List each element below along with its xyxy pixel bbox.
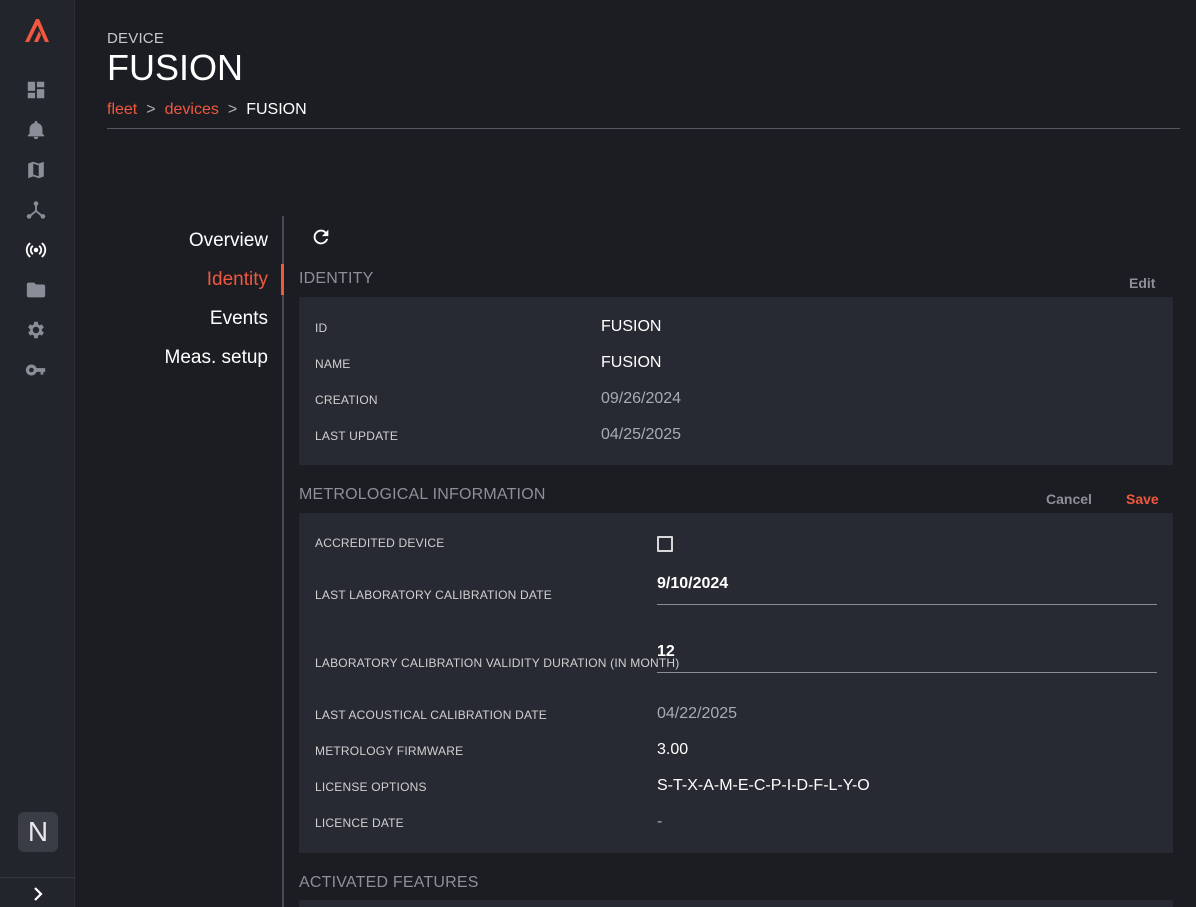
map-icon[interactable] [24,158,48,182]
calibration-validity-underline [657,672,1157,673]
sidebar: N [0,0,75,907]
last-update-label: LAST UPDATE [315,429,399,443]
licence-date-value: - [657,813,663,830]
metrology-firmware-label: METROLOGY FIRMWARE [315,744,464,758]
activated-features-panel [299,900,1173,907]
id-value: FUSION [601,318,662,335]
broadcast-icon[interactable] [24,238,48,262]
network-icon[interactable] [24,198,48,222]
gear-icon[interactable] [24,318,48,342]
accredited-device-checkbox[interactable] [657,536,673,552]
creation-value: 09/26/2024 [601,390,682,407]
chevron-right-icon[interactable] [28,884,48,904]
folder-icon[interactable] [24,278,48,302]
header-divider [107,128,1180,129]
acoustical-calibration-label: LAST ACOUSTICAL CALIBRATION DATE [315,708,548,722]
cancel-button[interactable]: Cancel [1046,491,1092,507]
tab-overview[interactable]: Overview [189,230,268,252]
refresh-icon[interactable] [310,226,332,248]
name-value: FUSION [601,354,662,371]
license-options-label: LICENSE OPTIONS [315,780,427,794]
breadcrumb-separator: > [146,101,156,118]
breadcrumb-devices[interactable]: devices [165,101,219,119]
dashboard-icon[interactable] [24,78,48,102]
key-icon[interactable] [24,358,48,382]
calibration-validity-input[interactable]: 12 [657,643,675,661]
metrology-firmware-value: 3.00 [657,741,689,758]
lab-calibration-date-input[interactable]: 9/10/2024 [657,575,728,593]
tab-events[interactable]: Events [210,308,268,330]
accredited-device-label: ACCREDITED DEVICE [315,536,445,550]
licence-date-label: LICENCE DATE [315,816,404,830]
breadcrumb-current: FUSION [246,101,307,118]
name-label: NAME [315,357,351,371]
activated-features-title: ACTIVATED FEATURES [299,874,479,891]
device-tabs: Overview Identity Events Meas. setup [107,216,284,907]
page-title: FUSION [107,47,244,88]
tab-meas-setup[interactable]: Meas. setup [165,347,269,369]
page-kicker: DEVICE [107,30,165,47]
acoustical-calibration-value: 04/22/2025 [657,705,738,722]
creation-label: CREATION [315,393,378,407]
last-update-value: 04/25/2025 [601,426,682,443]
save-button[interactable]: Save [1126,491,1159,507]
id-label: ID [315,321,328,335]
active-tab-indicator [281,264,284,295]
sidebar-divider [0,877,75,878]
lab-calibration-date-label: LAST LABORATORY CALIBRATION DATE [315,588,552,602]
breadcrumb-separator: > [227,101,238,118]
license-options-value: S-T-X-A-M-E-C-P-I-D-F-L-Y-O [657,777,870,794]
user-avatar[interactable]: N [18,812,58,852]
bell-icon[interactable] [24,118,48,142]
metrological-section-title: METROLOGICAL INFORMATION [299,486,546,503]
breadcrumb-fleet[interactable]: fleet [107,101,137,119]
app-logo[interactable] [22,16,52,46]
lab-calibration-date-underline [657,604,1157,605]
edit-button[interactable]: Edit [1129,275,1155,291]
identity-panel: ID FUSION NAME FUSION CREATION 09/26/202… [299,297,1173,465]
tab-identity[interactable]: Identity [207,269,268,291]
page-header: DEVICE FUSION fleet > devices > FUSION [107,30,1180,118]
identity-section-title: IDENTITY [299,270,374,287]
calibration-validity-label: LABORATORY CALIBRATION VALIDITY DURATION… [315,656,680,670]
breadcrumb: fleet > devices > FUSION [107,101,307,119]
metrological-panel: ACCREDITED DEVICE LAST LABORATORY CALIBR… [299,513,1173,853]
